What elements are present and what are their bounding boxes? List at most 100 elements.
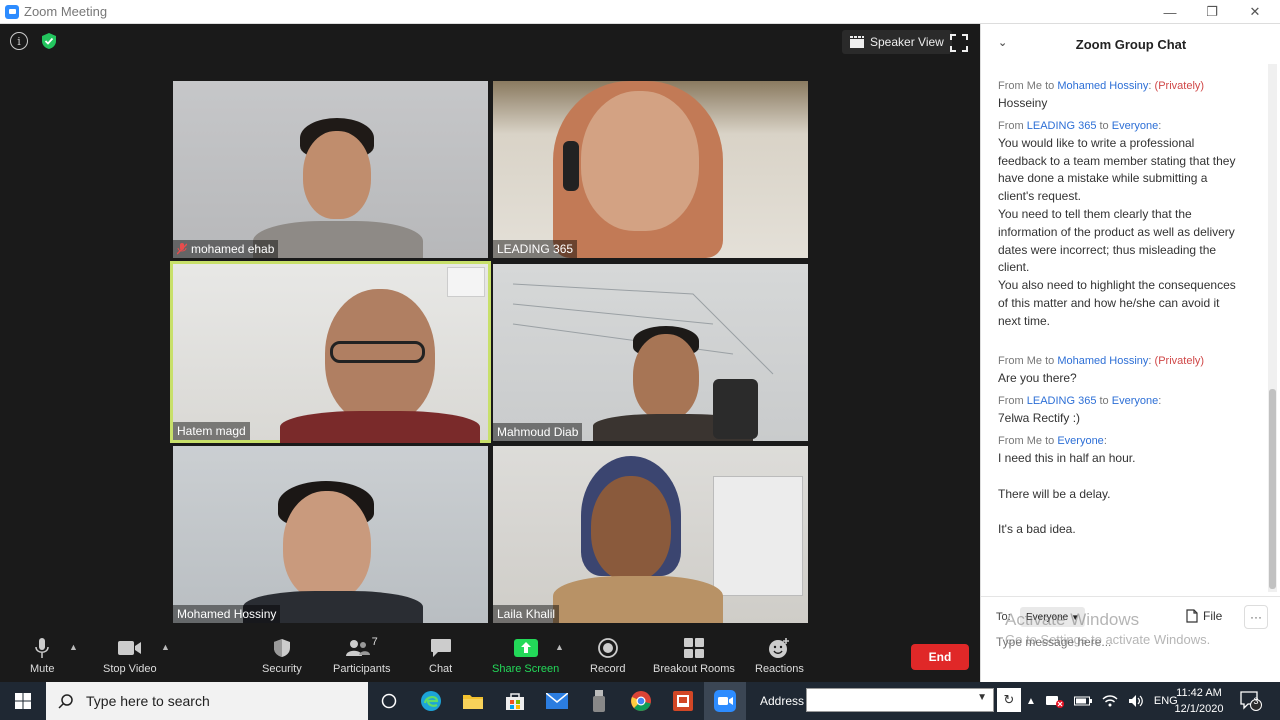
participants-button[interactable]: 7 Participants [333, 636, 390, 675]
recipient-link[interactable]: Mohamed Hossiny [1057, 355, 1148, 367]
store-app[interactable] [494, 682, 536, 720]
message-text: Hosseiny [998, 96, 1048, 110]
participant-face [283, 491, 371, 601]
participant-tile-mahmoud-diab[interactable]: Mahmoud Diab [493, 264, 808, 441]
stop-video-button[interactable]: Stop Video [103, 636, 157, 675]
chat-title: Zoom Group Chat [1075, 36, 1187, 52]
notification-count: 3 [1253, 696, 1259, 706]
participant-tile-leading-365[interactable]: LEADING 365 [493, 81, 808, 258]
participant-tile-mohamed-hossiny[interactable]: Mohamed Hossiny [173, 446, 488, 623]
message-text: 7elwa Rectify :) [998, 411, 1081, 426]
security-button[interactable]: Security [262, 636, 302, 675]
fullscreen-icon[interactable] [950, 34, 968, 52]
chat-header: ⌄ Zoom Group Chat [981, 24, 1280, 64]
store-bag-icon [506, 693, 524, 710]
participant-tile-mohamed-ehab[interactable]: mohamed ehab [173, 81, 488, 258]
chrome-app[interactable] [620, 682, 662, 720]
end-meeting-button[interactable]: End [911, 644, 969, 670]
windows-logo-icon [15, 693, 31, 709]
recipient-link[interactable]: Mohamed Hossiny [1057, 80, 1148, 92]
system-clock[interactable]: 11:42 AM 12/1/2020 [1166, 685, 1232, 717]
mute-options-caret[interactable]: ▲ [69, 642, 78, 652]
share-screen-button[interactable]: Share Screen [492, 636, 559, 675]
recipient-link[interactable]: Everyone [1112, 120, 1158, 132]
wifi-icon[interactable] [1102, 694, 1118, 708]
volume-icon[interactable] [1128, 694, 1144, 708]
record-button[interactable]: Record [590, 636, 625, 675]
tray-expand-icon[interactable]: ▲ [1026, 696, 1036, 707]
participant-name-tag: Mahmoud Diab [493, 423, 583, 441]
message-text: I need this in half an hour. There will … [998, 450, 1136, 537]
security-shield-icon [273, 639, 290, 657]
edge-app[interactable] [410, 682, 452, 720]
chevron-down-icon[interactable]: ▼ [977, 692, 987, 703]
window-title: Zoom Meeting [24, 4, 108, 19]
chat-button[interactable]: Chat [429, 636, 452, 675]
breakout-rooms-icon [683, 638, 704, 658]
participant-name-tag: Hatem magd [173, 422, 250, 440]
recipient-link[interactable]: Everyone [1057, 435, 1103, 447]
zoom-app[interactable] [704, 682, 746, 720]
battery-icon[interactable] [1073, 695, 1092, 707]
start-button[interactable] [0, 682, 46, 720]
scrollbar-thumb[interactable] [1269, 389, 1276, 589]
glasses-icon [330, 341, 425, 363]
edge-icon [421, 691, 441, 711]
zoom-icon [714, 690, 736, 712]
notification-center-icon[interactable]: 3 [1238, 688, 1264, 714]
close-button[interactable]: ✕ [1235, 0, 1275, 24]
address-label: Address [760, 694, 805, 708]
task-view-button[interactable] [368, 682, 410, 720]
share-screen-icon [513, 639, 538, 657]
minimize-button[interactable]: — [1150, 0, 1190, 24]
chat-bubble-icon [430, 639, 451, 657]
zoom-app-icon [5, 4, 19, 19]
address-input[interactable]: ▼ [806, 688, 994, 712]
refresh-icon[interactable]: ↻ [997, 688, 1021, 712]
share-options-caret[interactable]: ▲ [555, 642, 564, 652]
mute-button[interactable]: Mute [30, 636, 54, 675]
collapse-chevron-icon[interactable]: ⌄ [998, 36, 1007, 49]
participants-count: 7 [371, 636, 378, 648]
smiley-plus-icon [769, 638, 790, 658]
search-icon [58, 694, 73, 709]
speaker-view-label: Speaker View [870, 35, 944, 49]
maximize-button[interactable]: ❐ [1192, 0, 1232, 24]
reactions-button[interactable]: Reactions [755, 636, 804, 675]
muted-mic-icon [177, 243, 187, 255]
chat-message: From Me to Everyone: I need this in half… [998, 435, 1238, 539]
speaker-view-button[interactable]: Speaker View [842, 30, 952, 54]
info-icon[interactable]: i [10, 32, 28, 50]
activate-windows-watermark: Activate Windows Go to Settings to activ… [1005, 610, 1211, 647]
powerpoint-app[interactable] [662, 682, 704, 720]
usb-app[interactable] [578, 682, 620, 720]
participant-tile-hatem-magd[interactable]: Hatem magd [170, 261, 491, 443]
chat-scrollbar[interactable] [1268, 64, 1277, 592]
network-error-icon[interactable] [1045, 694, 1064, 708]
more-options-button[interactable]: ··· [1244, 605, 1268, 629]
chair [713, 379, 758, 439]
file-explorer-app[interactable] [452, 682, 494, 720]
powerpoint-icon [673, 691, 693, 711]
video-options-caret[interactable]: ▲ [161, 642, 170, 652]
system-tray: ▲ ENG [1026, 682, 1178, 720]
headset-icon [563, 141, 579, 191]
message-text: Are you there? [998, 371, 1077, 386]
chat-message: From LEADING 365 to Everyone: 7elwa Rect… [998, 395, 1238, 428]
chat-message: From LEADING 365 to Everyone: You would … [998, 120, 1238, 349]
participant-face [633, 334, 699, 420]
private-tag: (Privately) [1154, 80, 1205, 92]
sender-link[interactable]: LEADING 365 [1027, 395, 1097, 407]
usb-drive-icon [593, 690, 605, 712]
participant-body [553, 576, 723, 623]
recipient-link[interactable]: Everyone [1112, 395, 1158, 407]
chat-message: From Me to Mohamed Hossiny: (Privately) … [998, 355, 1238, 388]
sender-link[interactable]: LEADING 365 [1027, 120, 1097, 132]
participant-tile-laila-khalil[interactable]: Laila Khalil [493, 446, 808, 623]
taskbar-search[interactable]: Type here to search [46, 682, 368, 720]
participant-face [591, 476, 671, 581]
breakout-rooms-button[interactable]: Breakout Rooms [653, 636, 735, 675]
meeting-top-icons: i [10, 32, 58, 50]
mail-app[interactable] [536, 682, 578, 720]
encryption-shield-icon[interactable] [40, 32, 58, 50]
